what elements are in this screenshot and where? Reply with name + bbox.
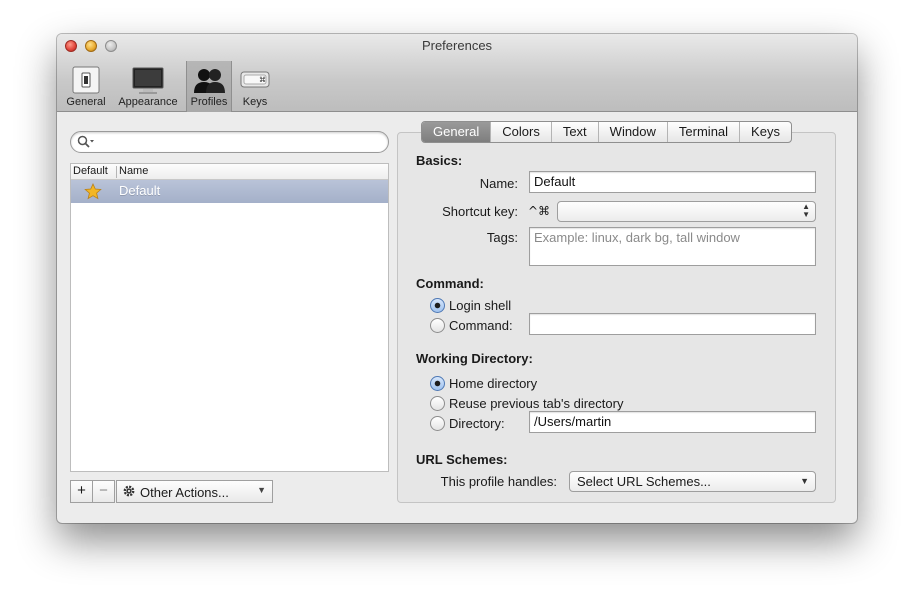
working-directory-heading: Working Directory:: [416, 351, 533, 366]
directory-radio-label: Directory:: [449, 416, 505, 431]
tags-field[interactable]: Example: linux, dark bg, tall window: [529, 227, 816, 266]
basics-heading: Basics:: [416, 153, 463, 168]
chevron-down-icon: ▼: [257, 485, 266, 495]
name-label: Name:: [479, 176, 518, 191]
gear-icon: [123, 485, 135, 497]
toolbar-profiles-label: Profiles: [190, 96, 228, 108]
toolbar-profiles[interactable]: Profiles: [186, 61, 232, 112]
toolbar-keys-label: Keys: [242, 96, 268, 108]
command-radio-label: Command:: [449, 318, 513, 333]
tab-text[interactable]: Text: [552, 122, 599, 142]
toolbar-general[interactable]: General: [63, 61, 109, 112]
svg-text:⌘: ⌘: [259, 76, 266, 84]
toolbar-appearance[interactable]: Appearance: [114, 61, 182, 112]
profiles-table[interactable]: Default Name Default: [70, 163, 389, 472]
remove-profile-button[interactable]: −: [92, 480, 115, 503]
add-profile-button[interactable]: +: [70, 480, 93, 503]
url-schemes-heading: URL Schemes:: [416, 452, 508, 467]
titlebar: Preferences General Appearance Profiles …: [57, 34, 857, 112]
name-field[interactable]: Default: [529, 171, 816, 193]
table-row[interactable]: Default: [71, 180, 388, 203]
column-name[interactable]: Name: [119, 165, 148, 177]
directory-radio[interactable]: [430, 416, 445, 431]
url-schemes-value: Select URL Schemes...: [577, 474, 711, 489]
keyboard-icon: ⌘: [240, 71, 270, 88]
tab-colors[interactable]: Colors: [491, 122, 552, 142]
window-title: Preferences: [421, 38, 493, 53]
profile-name: Default: [119, 183, 161, 198]
reuse-directory-radio[interactable]: [430, 396, 445, 411]
switch-icon: [72, 66, 100, 94]
stepper-arrows-icon: ▲ ▼: [802, 202, 810, 219]
profiles-table-header: Default Name: [71, 164, 388, 180]
home-directory-label: Home directory: [449, 376, 538, 391]
command-radio[interactable]: [430, 318, 445, 333]
login-shell-radio[interactable]: [430, 298, 445, 313]
other-actions-label: Other Actions...: [140, 485, 229, 500]
command-field[interactable]: [529, 313, 816, 335]
home-directory-radio[interactable]: [430, 376, 445, 391]
profile-tabs: General Colors Text Window Terminal Keys: [421, 121, 792, 143]
shortcut-key-popup[interactable]: ▲ ▼: [557, 201, 816, 222]
star-icon: [84, 183, 102, 200]
chevron-down-icon: ▼: [800, 476, 809, 486]
profile-search-input[interactable]: [70, 131, 389, 153]
shortcut-key-label: Shortcut key:: [442, 204, 518, 219]
column-default[interactable]: Default: [73, 165, 108, 177]
toolbar-appearance-label: Appearance: [118, 96, 178, 108]
tab-window[interactable]: Window: [599, 122, 668, 142]
column-separator: [116, 166, 117, 178]
users-icon: [194, 69, 225, 93]
profile-handles-label: This profile handles:: [440, 474, 557, 489]
reuse-directory-label: Reuse previous tab's directory: [449, 396, 624, 411]
preferences-window: Preferences General Appearance Profiles …: [57, 34, 857, 523]
search-icon: [77, 135, 94, 148]
tab-terminal[interactable]: Terminal: [668, 122, 741, 142]
toolbar-keys[interactable]: ⌘ Keys: [235, 61, 275, 112]
command-heading: Command:: [416, 276, 484, 291]
tab-keys[interactable]: Keys: [740, 122, 791, 142]
login-shell-label: Login shell: [449, 298, 512, 313]
url-schemes-popup[interactable]: Select URL Schemes... ▼: [569, 471, 816, 492]
monitor-icon: [132, 67, 164, 94]
toolbar-general-label: General: [66, 96, 106, 108]
shortcut-modifiers: ^⌘: [528, 204, 551, 218]
other-actions-button[interactable]: Other Actions... ▼: [116, 480, 273, 503]
directory-field[interactable]: /Users/martin: [529, 411, 816, 433]
tab-general[interactable]: General: [422, 122, 492, 142]
tags-label: Tags:: [486, 230, 518, 245]
